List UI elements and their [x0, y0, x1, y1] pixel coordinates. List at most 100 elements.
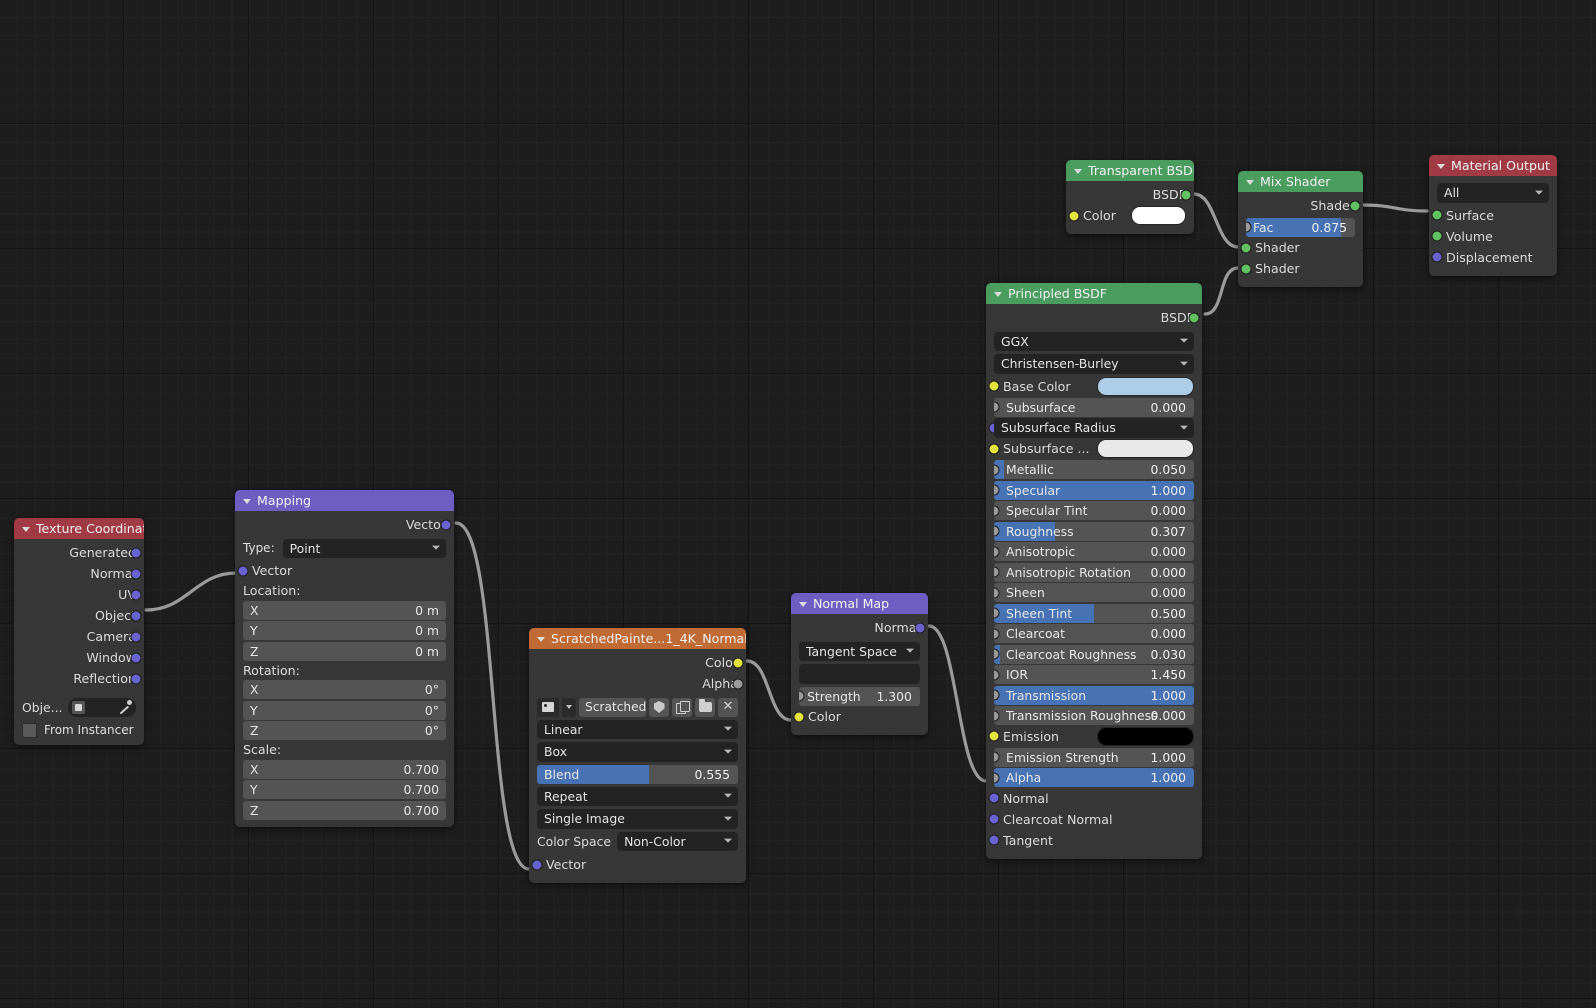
color-space-row[interactable]: Color Space Non-Color: [537, 831, 738, 851]
type-dropdown[interactable]: Point: [282, 538, 446, 558]
scale-x-field[interactable]: X 0.700: [243, 759, 446, 779]
slider-sheen-tint[interactable]: Sheen Tint 0.500: [994, 603, 1194, 623]
socket-in-anisotropic[interactable]: [994, 546, 1000, 557]
input-row-shader-1[interactable]: Shader: [1240, 238, 1355, 258]
input-row-shader-2[interactable]: Shader: [1240, 259, 1355, 279]
output-row-window[interactable]: Window: [22, 648, 142, 668]
subsurface-radius-dropdown[interactable]: Subsurface Radius: [994, 418, 1194, 438]
socket-in-tangent[interactable]: [988, 834, 1000, 846]
scale-z-field[interactable]: Z 0.700: [243, 800, 446, 820]
output-row-bsdf[interactable]: BSDF: [994, 308, 1200, 328]
emission-color-swatch[interactable]: [1097, 726, 1194, 746]
node-header-material-output[interactable]: Material Output: [1429, 155, 1557, 176]
distribution-dropdown[interactable]: GGX: [994, 331, 1194, 351]
input-row-color[interactable]: Color: [1068, 206, 1186, 226]
socket-in-transmission-roughness[interactable]: [994, 710, 1000, 721]
socket-in-normal[interactable]: [988, 792, 1000, 804]
output-row-camera[interactable]: Camera: [22, 627, 142, 647]
input-row-vector[interactable]: Vector: [531, 855, 738, 875]
fake-user-shield-icon[interactable]: [649, 697, 669, 717]
object-field[interactable]: [67, 697, 136, 717]
node-mix-shader[interactable]: Mix Shader Shader Fac 0.875 Shader Shade…: [1238, 171, 1363, 287]
node-principled-bsdf[interactable]: Principled BSDF BSDF GGX Christensen-Bur…: [986, 283, 1202, 859]
input-row-displacement[interactable]: Displacement: [1431, 248, 1549, 268]
collapse-triangle-icon[interactable]: [243, 498, 251, 504]
output-row-generated[interactable]: Generated: [22, 543, 142, 563]
input-row-volume[interactable]: Volume: [1431, 227, 1549, 247]
socket-in-volume[interactable]: [1431, 230, 1443, 242]
output-row-object[interactable]: Object: [22, 606, 142, 626]
socket-out-color[interactable]: [732, 657, 744, 669]
object-picker-row[interactable]: Obje...: [22, 697, 136, 717]
socket-out-normal[interactable]: [130, 568, 142, 580]
slider-alpha[interactable]: Alpha 1.000: [994, 768, 1194, 787]
unlink-close-icon[interactable]: ✕: [718, 697, 738, 717]
target-dropdown[interactable]: All: [1437, 183, 1549, 203]
socket-out-generated[interactable]: [130, 547, 142, 559]
output-row-normal[interactable]: Normal: [799, 618, 926, 638]
input-row-surface[interactable]: Surface: [1431, 206, 1549, 226]
socket-in-base-color[interactable]: [988, 380, 1000, 392]
input-row-base-color[interactable]: Base Color: [988, 376, 1194, 397]
node-header-mix-shader[interactable]: Mix Shader: [1238, 171, 1363, 192]
from-instancer-checkbox[interactable]: [22, 722, 37, 738]
input-row-emission[interactable]: Emission: [988, 726, 1194, 747]
rotation-z-field[interactable]: Z 0°: [243, 721, 446, 740]
eyedropper-icon[interactable]: [118, 700, 132, 714]
input-row-color[interactable]: Color: [793, 707, 920, 727]
node-editor-canvas[interactable]: Texture Coordinate Generated Normal UV O…: [0, 0, 1596, 1008]
socket-in-shader-1[interactable]: [1240, 242, 1252, 254]
collapse-triangle-icon[interactable]: [22, 526, 30, 532]
slider-specular[interactable]: Specular 1.000: [994, 480, 1194, 500]
socket-in-color[interactable]: [793, 711, 805, 723]
socket-in-anisotropic-rotation[interactable]: [994, 566, 1000, 578]
socket-in-clearcoat[interactable]: [994, 628, 1000, 639]
node-header-image-texture[interactable]: ScratchedPainte...1_4K_Normal.png: [529, 628, 746, 649]
socket-in-surface[interactable]: [1431, 209, 1443, 221]
socket-out-normal[interactable]: [914, 622, 926, 634]
new-copy-icon[interactable]: [672, 697, 692, 717]
slider-emission-strength[interactable]: Emission Strength 1.000: [994, 747, 1194, 767]
socket-in-emission-strength[interactable]: [994, 751, 1000, 763]
socket-out-object[interactable]: [130, 610, 142, 622]
socket-out-uv[interactable]: [130, 589, 142, 601]
collapse-triangle-icon[interactable]: [994, 291, 1002, 297]
socket-in-specular-tint[interactable]: [994, 505, 1000, 516]
image-datablock-row[interactable]: ScratchedPaint... ✕: [537, 697, 738, 717]
node-image-texture[interactable]: ScratchedPainte...1_4K_Normal.png Color …: [529, 628, 746, 883]
socket-in-sheen[interactable]: [994, 587, 1000, 598]
slider-transmission-roughness[interactable]: Transmission Roughness 0.000: [994, 706, 1194, 725]
output-row-bsdf[interactable]: BSDF: [1074, 185, 1192, 205]
extension-dropdown[interactable]: Repeat: [537, 786, 738, 806]
collapse-triangle-icon[interactable]: [1437, 163, 1445, 169]
slider-anisotropic-rotation[interactable]: Anisotropic Rotation 0.000: [994, 562, 1194, 582]
slider-clearcoat-roughness[interactable]: Clearcoat Roughness 0.030: [994, 644, 1194, 664]
slider-clearcoat[interactable]: Clearcoat 0.000: [994, 624, 1194, 643]
rotation-y-field[interactable]: Y 0°: [243, 700, 446, 720]
input-row-tangent[interactable]: Tangent: [988, 831, 1194, 851]
image-name-field[interactable]: ScratchedPaint...: [579, 697, 646, 717]
socket-out-shader[interactable]: [1349, 200, 1361, 212]
interpolation-dropdown[interactable]: Linear: [537, 719, 738, 739]
scale-y-field[interactable]: Y 0.700: [243, 780, 446, 799]
socket-out-window[interactable]: [130, 652, 142, 664]
fac-slider[interactable]: Fac 0.875: [1246, 217, 1355, 237]
source-dropdown[interactable]: Single Image: [537, 809, 738, 829]
socket-in-shader-2[interactable]: [1240, 263, 1252, 275]
image-icon[interactable]: [537, 697, 559, 717]
socket-in-emission[interactable]: [988, 730, 1000, 742]
output-row-alpha[interactable]: Alpha: [537, 674, 744, 694]
node-header-texture-coordinate[interactable]: Texture Coordinate: [14, 518, 144, 539]
input-row-subsurface-radius[interactable]: Subsurface Radius: [988, 418, 1194, 438]
output-row-reflection[interactable]: Reflection: [22, 669, 142, 689]
location-x-field[interactable]: X 0 m: [243, 600, 446, 620]
socket-in-vector[interactable]: [531, 859, 543, 871]
node-mapping[interactable]: Mapping Vector Type: Point Vector Locati…: [235, 490, 454, 827]
node-transparent-bsdf[interactable]: Transparent BSDF BSDF Color: [1066, 160, 1194, 234]
input-row-vector[interactable]: Vector: [237, 561, 446, 581]
slider-anisotropic[interactable]: Anisotropic 0.000: [994, 542, 1194, 561]
open-folder-icon[interactable]: [695, 697, 715, 717]
collapse-triangle-icon[interactable]: [1246, 179, 1254, 185]
socket-in-subsurface-color[interactable]: [988, 443, 1000, 455]
socket-out-reflection[interactable]: [130, 673, 142, 685]
